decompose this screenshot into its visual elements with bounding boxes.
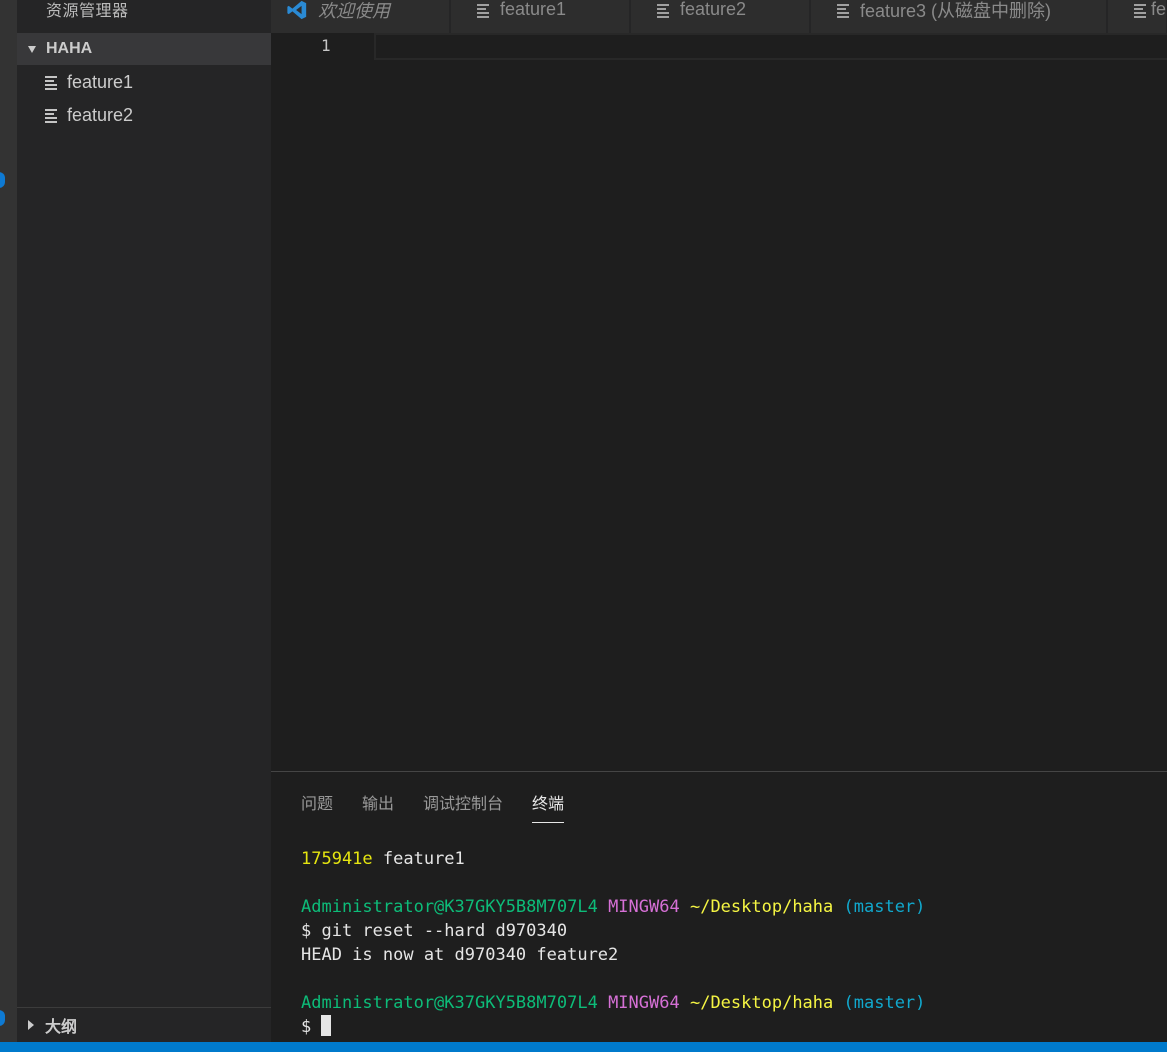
outline-title: 大纲 — [45, 1019, 78, 1036]
tab-feature2[interactable]: feature2 — [631, 0, 810, 33]
tab-partial[interactable]: fe — [1108, 0, 1167, 33]
tab-label: feature1 — [500, 0, 567, 19]
terminal-line: 175941e feature1 — [301, 847, 925, 871]
tab-output[interactable]: 输出 — [362, 790, 394, 823]
line-number: 1 — [321, 36, 331, 55]
panel-tab-bar: 问题 输出 调试控制台 终端 — [301, 790, 593, 823]
explorer-sidebar: 资源管理器 HAHA feature1 feature2 大纲 — [17, 0, 271, 1042]
prompt-symbol: $ — [301, 1017, 322, 1037]
badge-icon — [0, 172, 5, 188]
activity-bar — [0, 0, 17, 1042]
tab-problems[interactable]: 问题 — [301, 790, 333, 823]
file-lines-icon — [477, 3, 491, 18]
tab-debug-console[interactable]: 调试控制台 — [423, 790, 503, 823]
file-lines-icon — [657, 3, 671, 18]
tab-welcome[interactable]: 欢迎使用 — [271, 0, 450, 33]
editor-tab-bar: 欢迎使用 feature1 feature2 feature3 (从磁盘中删除)… — [271, 0, 1167, 33]
terminal-output[interactable]: 175941e feature1 Administrator@K37GKY5B8… — [301, 847, 925, 1039]
file-label: feature1 — [67, 71, 134, 92]
file-lines-icon — [45, 108, 59, 123]
folder-name: HAHA — [46, 40, 93, 57]
outline-section-header[interactable]: 大纲 — [17, 1007, 271, 1042]
status-bar — [0, 1042, 1167, 1052]
tab-label: fe — [1150, 0, 1166, 19]
prompt-path: ~/Desktop/haha — [689, 897, 834, 917]
file-item-feature2[interactable]: feature2 — [17, 99, 271, 131]
file-lines-icon — [45, 75, 59, 90]
chevron-right-icon — [28, 1020, 34, 1030]
prompt-user: Administrator@K37GKY5B8M707L4 — [301, 897, 598, 917]
tab-feature1[interactable]: feature1 — [451, 0, 630, 33]
explorer-title: 资源管理器 — [46, 3, 129, 20]
prompt-user: Administrator@K37GKY5B8M707L4 — [301, 993, 598, 1013]
terminal-cursor — [321, 1015, 332, 1036]
prompt-branch: (master) — [843, 897, 926, 917]
chevron-down-icon — [28, 45, 36, 53]
commit-hash: 175941e — [301, 849, 373, 869]
editor-area[interactable]: 1 — [271, 33, 1167, 771]
file-label: feature2 — [67, 104, 134, 125]
bottom-panel: 问题 输出 调试控制台 终端 175941e feature1 Administ… — [271, 771, 1167, 1042]
prompt-path: ~/Desktop/haha — [689, 993, 834, 1013]
file-item-feature1[interactable]: feature1 — [17, 66, 271, 98]
tab-label: feature2 — [680, 0, 747, 19]
terminal-prompt: Administrator@K37GKY5B8M707L4 MINGW64 ~/… — [301, 895, 925, 919]
current-line-highlight — [374, 33, 1167, 60]
prompt-env: MINGW64 — [608, 897, 680, 917]
file-lines-icon — [837, 3, 851, 18]
vscode-logo-icon — [287, 0, 307, 19]
commit-message: feature1 — [372, 849, 465, 869]
prompt-env: MINGW64 — [608, 993, 680, 1013]
terminal-input-line[interactable]: $ — [301, 1015, 925, 1039]
folder-section-header[interactable]: HAHA — [17, 33, 271, 65]
terminal-result: HEAD is now at d970340 feature2 — [301, 945, 619, 965]
terminal-command: $ git reset --hard d970340 — [301, 921, 568, 941]
badge-icon — [0, 1010, 5, 1026]
terminal-prompt: Administrator@K37GKY5B8M707L4 MINGW64 ~/… — [301, 991, 925, 1015]
tab-label: 欢迎使用 — [318, 0, 390, 21]
file-lines-icon — [1134, 3, 1146, 18]
prompt-branch: (master) — [843, 993, 926, 1013]
tab-label: feature3 (从磁盘中删除) — [860, 0, 1052, 21]
tab-terminal[interactable]: 终端 — [532, 790, 565, 823]
tab-feature3[interactable]: feature3 (从磁盘中删除) — [811, 0, 1107, 33]
